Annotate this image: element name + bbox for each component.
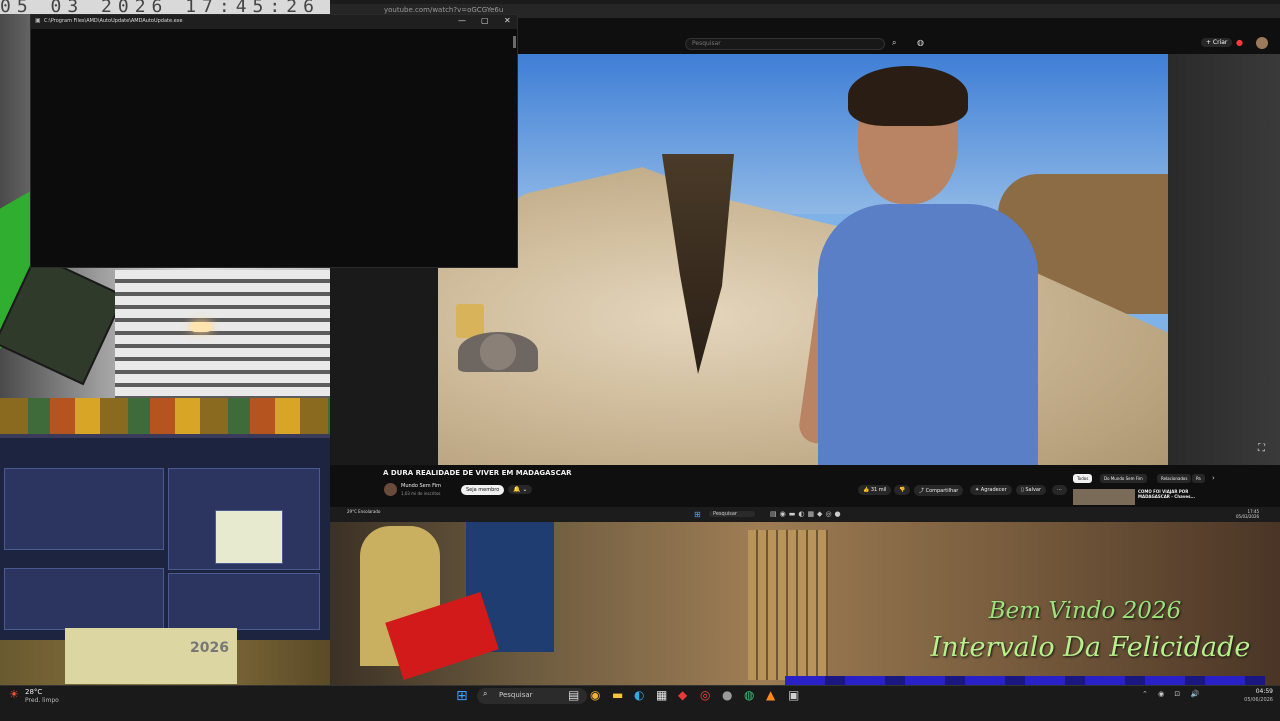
monitor-pane <box>4 468 164 550</box>
chip-related[interactable]: Relacionados <box>1157 474 1192 483</box>
channel-subscribers: 1,03 mi de inscritos <box>401 491 441 496</box>
store-icon[interactable]: ▦ <box>656 688 667 702</box>
fullscreen-icon[interactable]: ⛶ <box>1258 443 1265 454</box>
maximize-icon[interactable]: ▢ <box>481 16 489 25</box>
notifications-bell-icon[interactable]: ● <box>1236 38 1243 47</box>
console-scrollbar[interactable] <box>513 36 516 48</box>
inner-weather[interactable]: 29°C Ensolarado <box>347 509 380 514</box>
channel-name[interactable]: Mundo Sem Fim <box>401 483 441 489</box>
window-light <box>190 322 212 332</box>
chip-more[interactable]: Pa <box>1192 474 1205 483</box>
dislike-button[interactable]: 👎 <box>894 485 911 495</box>
room-wooden-door <box>748 530 828 680</box>
address-url[interactable]: youtube.com/watch?v=oGCGYe6u <box>384 6 503 14</box>
background-monitor <box>0 434 330 644</box>
inner-clock-date: 05/03/2026 <box>1236 514 1260 519</box>
inner-clock[interactable]: 17:45 05/03/2026 <box>1236 509 1259 519</box>
chevron-right-icon[interactable]: › <box>1212 474 1215 482</box>
timestamp-overlay: 05 03 2026 17:45:26 <box>0 0 330 14</box>
like-button[interactable]: 👍 31 mil <box>858 485 892 495</box>
start-menu-icon[interactable]: ⊞ <box>456 688 468 704</box>
system-tray[interactable]: ⌃ ◉ ⊡ 🔊 <box>1142 690 1203 698</box>
desk-calendar: 2026 <box>65 628 237 684</box>
user-avatar[interactable] <box>1256 37 1268 49</box>
subscribe-bell-button[interactable]: 🔔 ⌄ <box>508 485 533 494</box>
video-side-area <box>1168 54 1280 465</box>
console-title: C:\Program Files\AMD\AutoUpdate\AMDAutoU… <box>44 18 183 24</box>
video-player[interactable] <box>438 54 1168 465</box>
video-person-hair <box>848 66 968 126</box>
chrome-icon[interactable]: ◉ <box>590 688 600 702</box>
clock-date[interactable]: 05/06/2026 <box>1229 697 1273 703</box>
app-orange-icon[interactable]: ▲ <box>766 688 775 702</box>
weather-description[interactable]: Pred. limpo <box>25 697 59 704</box>
console-window[interactable] <box>30 14 518 268</box>
edge-icon[interactable]: ◐ <box>634 688 644 702</box>
monitor-pane <box>168 573 320 630</box>
chip-all[interactable]: Todos <box>1073 474 1093 483</box>
wall-mural-strip <box>0 398 330 434</box>
app-gray-icon[interactable]: ● <box>722 688 732 702</box>
more-actions-button[interactable]: ··· <box>1052 485 1067 495</box>
microphone-icon[interactable]: ◍ <box>917 38 924 47</box>
terminal-icon[interactable]: ▣ <box>788 688 799 702</box>
app-red2-icon[interactable]: ◎ <box>700 688 710 702</box>
intervalo-overlay-text: Intervalo Da Felicidade <box>930 632 1251 663</box>
video-title: A DURA REALIDADE DE VIVER EM MADAGASCAR <box>383 469 572 477</box>
search-icon[interactable]: ⌕ <box>892 38 896 48</box>
inner-search[interactable]: Pesquisar <box>709 511 755 517</box>
window-blinds <box>115 270 330 398</box>
taskbar-search-icon[interactable]: ⌕ <box>483 689 487 699</box>
save-button[interactable]: ▯ Salvar <box>1016 485 1047 495</box>
video-yellow-bucket <box>456 304 484 338</box>
inner-start-icon[interactable]: ⊞ <box>694 510 701 519</box>
weather-icon[interactable]: ☀ <box>9 688 19 701</box>
channel-avatar[interactable] <box>384 483 397 496</box>
console-app-icon: ▣ <box>35 17 41 24</box>
chip-channel[interactable]: Do Mundo Sem Fim <box>1100 474 1147 483</box>
share-button[interactable]: ⤴ Compartilhar <box>914 485 964 496</box>
create-button[interactable]: + Criar <box>1201 38 1233 47</box>
join-button[interactable]: Seja membro <box>461 485 505 495</box>
app-red-icon[interactable]: ◆ <box>678 688 687 702</box>
recommended-title[interactable]: COMO FOI VIAJAR POR MADAGASCAR - Chaves.… <box>1138 489 1198 499</box>
monitor-pane <box>215 510 283 564</box>
folder-icon[interactable]: ▬ <box>612 688 623 702</box>
thanks-button[interactable]: ✦ Agradecer <box>970 485 1012 495</box>
video-person-shirt <box>818 204 1038 465</box>
video-side-dark <box>330 268 438 465</box>
monitor-pane <box>4 568 164 630</box>
app-green-icon[interactable]: ◍ <box>744 688 754 702</box>
video-gravel-pile <box>458 332 538 372</box>
file-explorer-icon[interactable]: ▤ <box>568 688 579 702</box>
close-icon[interactable]: ✕ <box>504 16 511 25</box>
clock-time[interactable]: 04:59 <box>1229 688 1273 695</box>
youtube-search-input[interactable]: Pesquisar <box>685 38 885 50</box>
weather-temperature[interactable]: 28°C <box>25 688 42 696</box>
recommended-thumbnail[interactable] <box>1073 489 1135 505</box>
inner-taskbar-apps[interactable]: ▤◉▬◐▦◆◎● <box>770 510 844 518</box>
minimize-icon[interactable]: — <box>458 16 466 25</box>
welcome-overlay-text: Bem Vindo 2026 <box>988 598 1182 624</box>
